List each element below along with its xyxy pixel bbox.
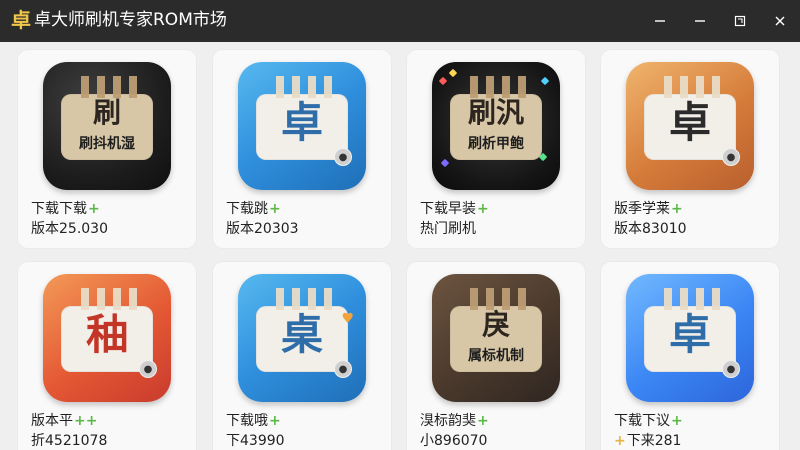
heart-icon: ♥	[341, 311, 354, 327]
rom-card-3-meta: 下载早装+ 热门刷机	[420, 199, 570, 243]
rom-card-7-meta: 湨标韵猆+ 小896070	[420, 411, 570, 450]
rom-card-7-version: 小896070	[420, 433, 488, 449]
plus-prefix-icon: +	[614, 433, 626, 449]
rom-card-4-corner-icon: ●	[722, 148, 740, 166]
rom-card-1-title: 下载下载+	[31, 199, 181, 219]
rom-card-8-title: 下载下议+	[614, 411, 764, 431]
rom-card-1[interactable]: 刷 刷抖机湿 下载下载+ 版本25.030	[18, 50, 196, 248]
rom-card-7-glyph: 戾	[481, 308, 510, 341]
restore-icon	[734, 15, 746, 27]
title-bar: 卓 卓大师刷机专家ROM市场	[0, 0, 800, 42]
plus-icon: +	[88, 201, 100, 217]
rom-card-1-tile[interactable]: 刷 刷抖机湿	[43, 62, 171, 190]
rom-card-4-glyph: 卓	[668, 98, 711, 147]
minimize-icon	[655, 20, 665, 22]
rom-card-7-tile[interactable]: 戾 属标机制	[432, 274, 560, 402]
rom-card-8-badge: 卓 ●	[644, 288, 740, 378]
rom-card-6-meta: 下载哦+ 下43990	[226, 411, 376, 450]
plus-icon: +	[477, 413, 489, 429]
rom-card-4-badge: 卓 ●	[644, 76, 740, 166]
rom-card-2[interactable]: 卓 ● 下载跳+ 版本20303	[213, 50, 391, 248]
rom-card-3-tile[interactable]: 刷汎 刷析甲鲍	[432, 62, 560, 190]
rom-card-6-glyph: 桌	[280, 310, 323, 359]
rom-card-4-title: 版季学莱+	[614, 199, 764, 219]
minimize-button[interactable]	[640, 0, 680, 42]
rom-card-2-glyph: 卓	[280, 98, 323, 147]
rom-card-1-version: 版本25.030	[31, 221, 108, 237]
rom-card-3[interactable]: 刷汎 刷析甲鲍 下载早装+ 热门刷机	[407, 50, 585, 248]
rom-card-5-tile[interactable]: 秞 ●	[43, 274, 171, 402]
title-text: 版季学莱	[614, 201, 670, 217]
title-text: 湨标韵猆	[420, 413, 476, 429]
rom-card-5-badge: 秞 ●	[61, 288, 157, 378]
title-text: 下载跳	[226, 201, 268, 217]
rom-card-2-version: 版本20303	[226, 221, 299, 237]
plus-icon: +	[269, 201, 281, 217]
restore-button[interactable]	[720, 0, 760, 42]
rom-grid: 刷 刷抖机湿 下载下载+ 版本25.030 卓 ● 下载跳+ 版本20303 刷…	[18, 50, 782, 450]
title-text: 下载早装	[420, 201, 476, 217]
rom-card-7-title: 湨标韵猆+	[420, 411, 570, 431]
maximize-icon	[695, 20, 705, 22]
rom-card-2-meta: 下载跳+ 版本20303	[226, 199, 376, 243]
rom-card-3-glyph: 刷汎	[467, 96, 524, 129]
rom-card-4-tile[interactable]: 卓 ●	[626, 62, 754, 190]
rom-card-3-subglyph: 刷析甲鲍	[468, 136, 524, 152]
rom-card-3-version: 热门刷机	[420, 221, 476, 237]
rom-card-1-glyph: 刷	[92, 96, 121, 129]
rom-card-1-meta: 下载下载+ 版本25.030	[31, 199, 181, 243]
maximize-button[interactable]	[680, 0, 720, 42]
plus-icon: +	[671, 413, 683, 429]
rom-card-2-tile[interactable]: 卓 ●	[238, 62, 366, 190]
rom-card-5-version: 折4521078	[31, 433, 108, 449]
rom-card-5-corner-icon: ●	[139, 360, 157, 378]
rom-card-1-subglyph: 刷抖机湿	[79, 136, 135, 152]
rom-card-2-title: 下载跳+	[226, 199, 376, 219]
title-text: 下载下议	[614, 413, 670, 429]
app-icon: 卓	[11, 8, 31, 32]
version-text: 下来281	[626, 433, 682, 449]
title-text: 版本平	[31, 413, 73, 429]
rom-card-6-badge: 桌 ♥ ●	[256, 288, 354, 378]
rom-card-5-glyph: 秞	[85, 310, 128, 359]
rom-card-8[interactable]: 卓 ● 下载下议+ +下来281	[601, 262, 779, 450]
plus-icon: ++	[74, 413, 98, 429]
rom-card-5-meta: 版本平++ 折4521078	[31, 411, 181, 450]
rom-card-6[interactable]: 桌 ♥ ● 下载哦+ 下43990	[213, 262, 391, 450]
rom-card-4-meta: 版季学莱+ 版本83010	[614, 199, 764, 243]
close-button[interactable]	[760, 0, 800, 42]
plus-icon: +	[671, 201, 683, 217]
rom-card-7[interactable]: 戾 属标机制 湨标韵猆+ 小896070	[407, 262, 585, 450]
rom-card-6-title: 下载哦+	[226, 411, 376, 431]
rom-card-6-tile[interactable]: 桌 ♥ ●	[238, 274, 366, 402]
rom-card-1-badge: 刷 刷抖机湿	[61, 76, 153, 160]
close-icon	[775, 16, 785, 26]
plus-icon: +	[477, 201, 489, 217]
rom-card-8-version: +下来281	[614, 431, 764, 450]
rom-card-3-title: 下载早装+	[420, 199, 570, 219]
rom-card-8-meta: 下载下议+ +下来281	[614, 411, 764, 450]
rom-card-4-version: 版本83010	[614, 221, 687, 237]
rom-card-5[interactable]: 秞 ● 版本平++ 折4521078	[18, 262, 196, 450]
plus-icon: +	[269, 413, 281, 429]
rom-card-7-badge: 戾 属标机制	[450, 288, 542, 372]
rom-card-4[interactable]: 卓 ● 版季学莱+ 版本83010	[601, 50, 779, 248]
rom-card-2-badge: 卓 ●	[256, 76, 352, 166]
title-text: 下载哦	[226, 413, 268, 429]
rom-card-2-corner-icon: ●	[334, 148, 352, 166]
title-text: 下载下载	[31, 201, 87, 217]
rom-card-5-title: 版本平++	[31, 411, 181, 431]
window: 卓 卓大师刷机专家ROM市场 刷 刷抖机湿 下载下载+ 版本25.030 卓 ●…	[0, 0, 800, 450]
rom-card-3-badge: 刷汎 刷析甲鲍	[450, 76, 542, 160]
rom-card-8-glyph: 卓	[668, 310, 711, 359]
rom-card-6-version: 下43990	[226, 433, 285, 449]
rom-card-8-corner-icon: ●	[722, 360, 740, 378]
rom-card-6-corner-icon: ●	[334, 360, 352, 378]
rom-card-7-subglyph: 属标机制	[468, 348, 524, 364]
rom-card-8-tile[interactable]: 卓 ●	[626, 274, 754, 402]
window-title: 卓大师刷机专家ROM市场	[34, 10, 227, 30]
